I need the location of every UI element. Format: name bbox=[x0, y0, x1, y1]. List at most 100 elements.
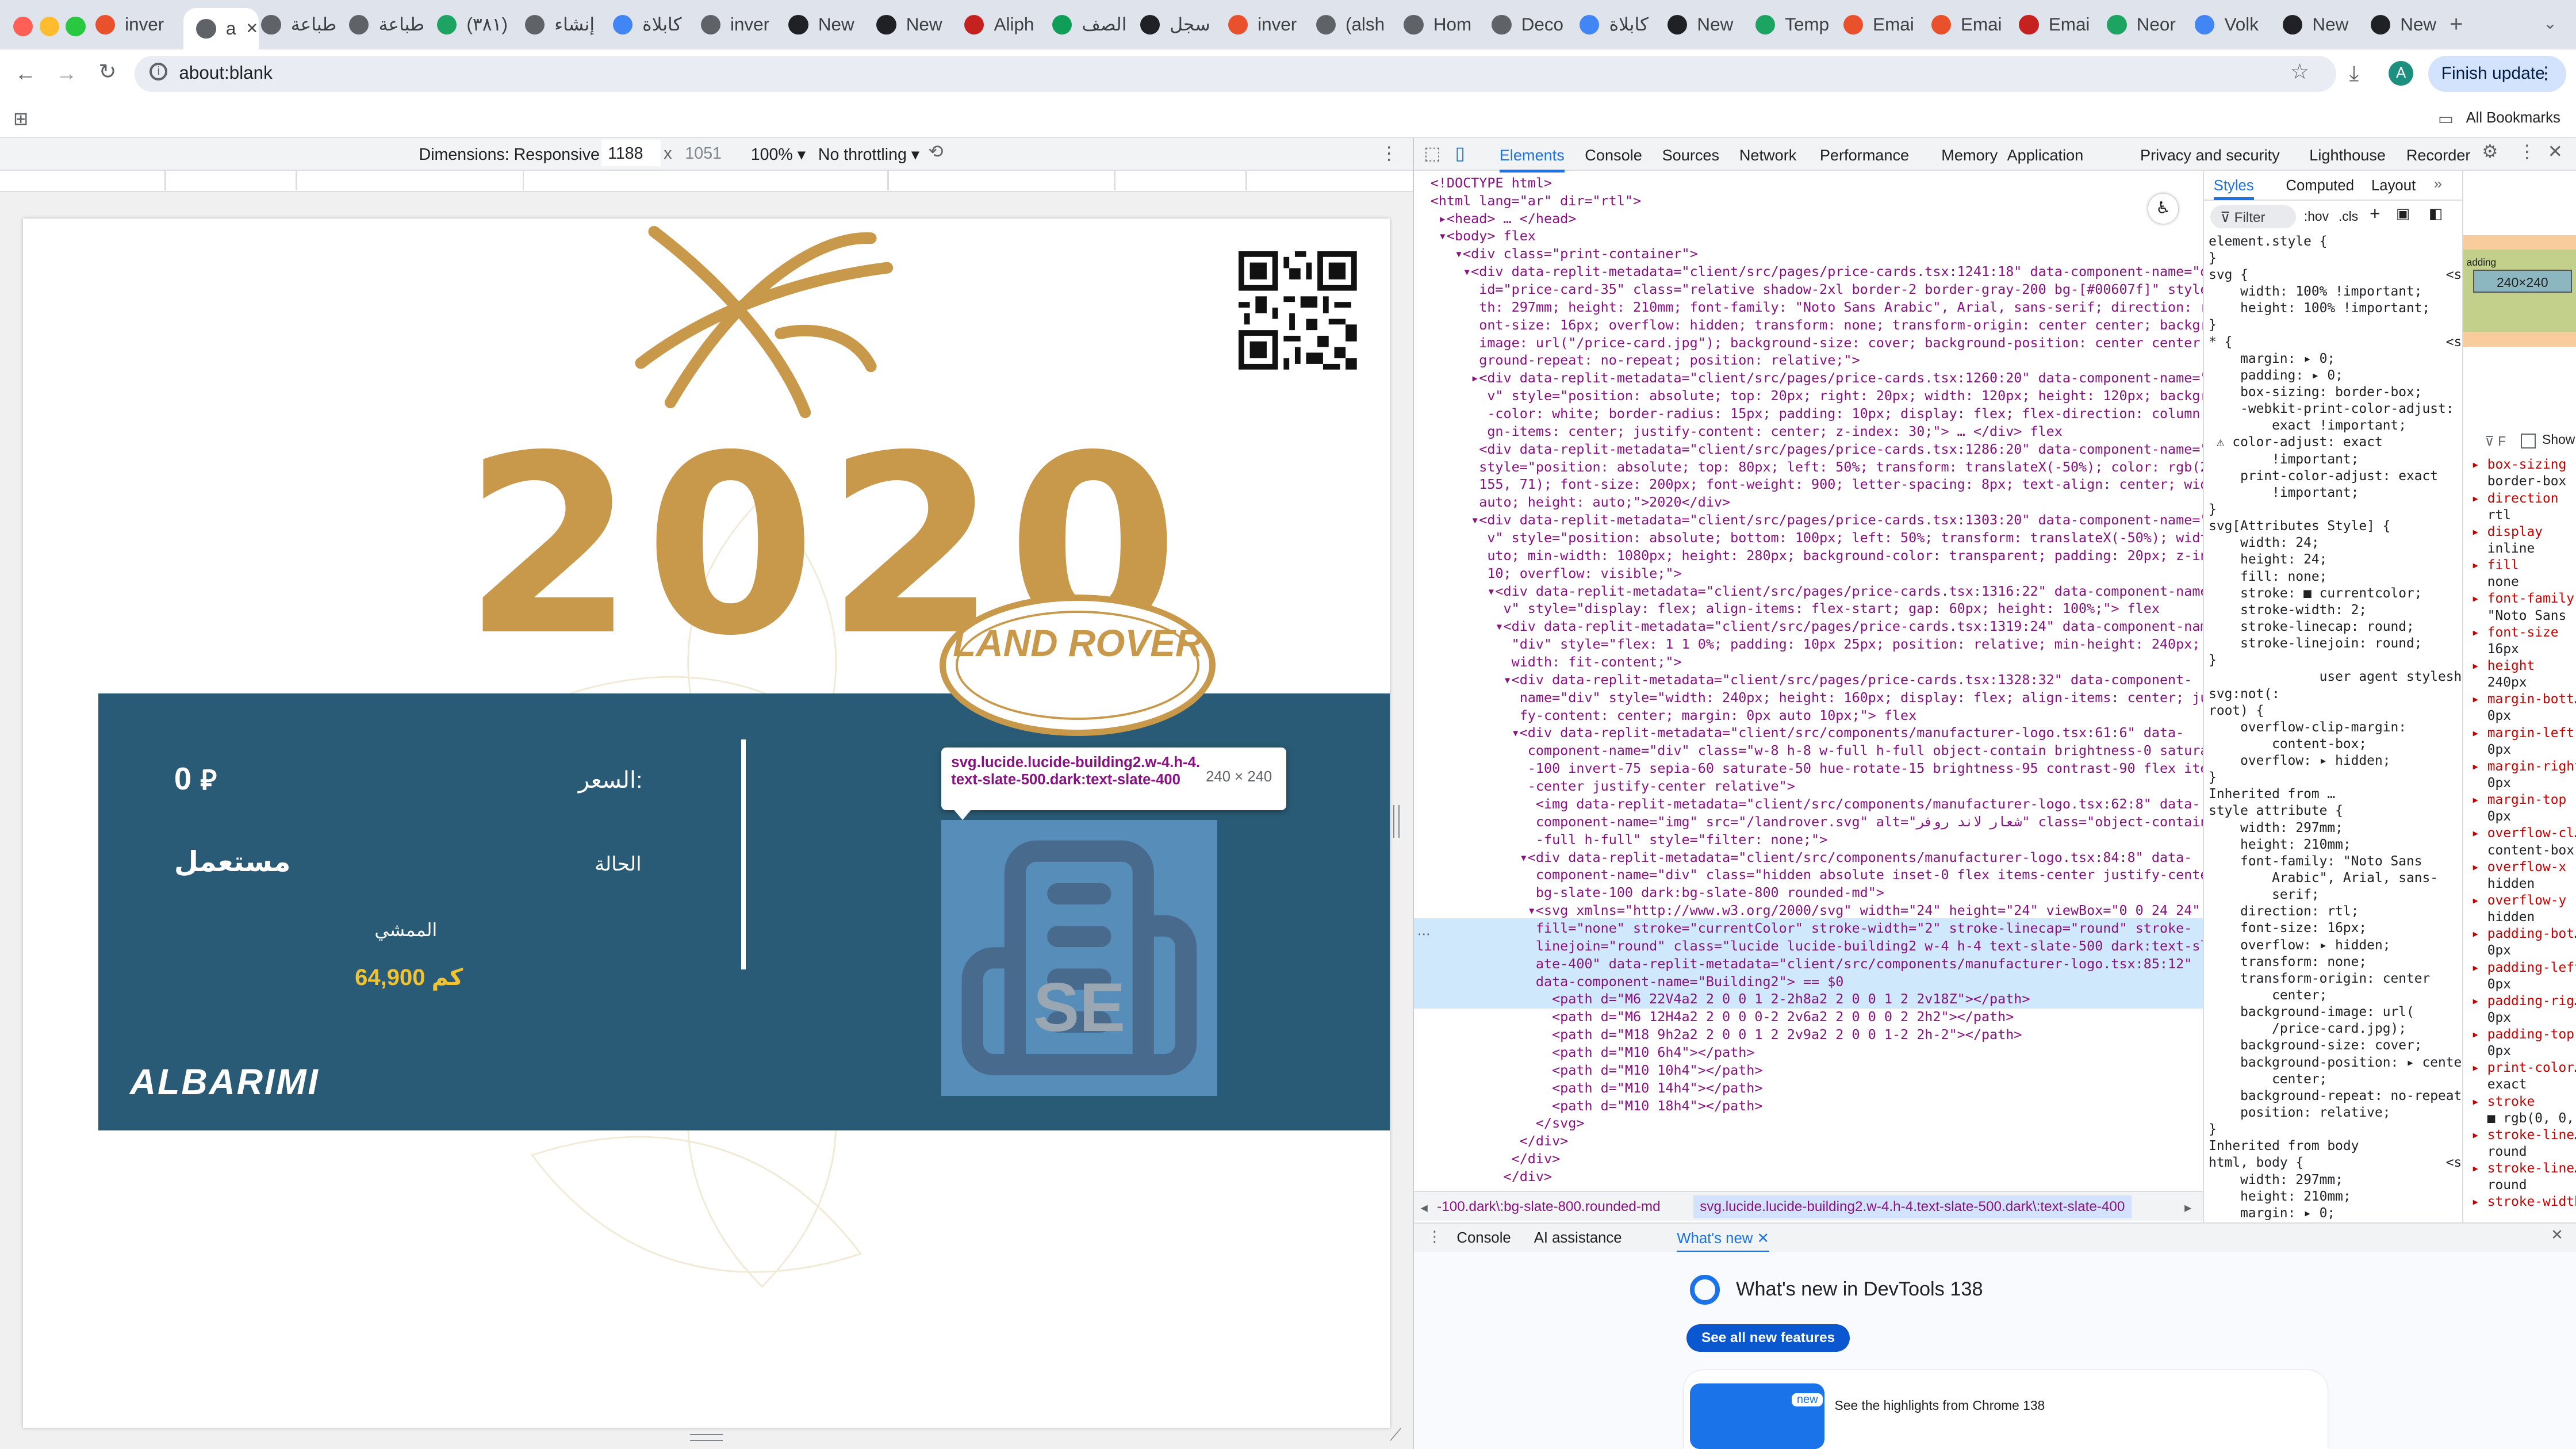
breadcrumb-left-icon[interactable]: ◂ bbox=[1421, 1199, 1428, 1216]
accessibility-icon[interactable]: ♿ bbox=[2148, 194, 2178, 224]
browser-tab[interactable]: New bbox=[1667, 8, 1753, 41]
dom-line[interactable]: ▾<div data-replit-metadata="client/src/p… bbox=[1431, 671, 2203, 689]
dom-line[interactable]: <path d="M6 22V4a2 2 0 0 1 2-2h8a2 2 0 0… bbox=[1431, 990, 2203, 1008]
dom-line[interactable]: </div> bbox=[1431, 1132, 2203, 1150]
browser-tab[interactable]: Volk bbox=[2195, 8, 2280, 41]
breadcrumb-item[interactable]: -100.dark\:bg-slate-800.rounded-md bbox=[1437, 1199, 1660, 1215]
tab-computed[interactable]: Computed bbox=[2286, 178, 2354, 194]
dom-line[interactable]: name="div" style="width: 240px; height: … bbox=[1431, 689, 2203, 707]
apps-grid-icon[interactable]: ⊞ bbox=[13, 109, 28, 129]
drawer-tab-ai[interactable]: AI assistance bbox=[1534, 1230, 1622, 1247]
dom-line[interactable]: ▾<div data-replit-metadata="client/src/c… bbox=[1431, 849, 2203, 867]
browser-tab[interactable]: Emai bbox=[1843, 8, 1929, 41]
dom-line[interactable]: <path d="M10 6h4"></path> bbox=[1431, 1044, 2203, 1061]
bookmark-star-icon[interactable]: ☆ bbox=[2290, 59, 2309, 84]
dom-line[interactable]: bg-slate-100 dark:bg-slate-800 rounded-m… bbox=[1431, 884, 2203, 902]
url-text[interactable]: about:blank bbox=[179, 63, 272, 83]
devtools-tab-memory[interactable]: Memory bbox=[1941, 146, 1998, 164]
browser-tab[interactable]: Emai bbox=[1931, 8, 2017, 41]
browser-tab[interactable]: إنشاء bbox=[524, 8, 611, 41]
maximize-window-button[interactable] bbox=[66, 16, 86, 36]
close-devtools-icon[interactable]: ✕ bbox=[2548, 141, 2563, 162]
dom-line[interactable]: <path d="M18 9h2a2 2 0 0 1 2 2v9a2 2 0 0… bbox=[1431, 1026, 2203, 1044]
browser-tab[interactable]: Temp bbox=[1755, 8, 1841, 41]
computed-props[interactable]: ▸ box-sizing border-box ▸ direction rtl ▸ … bbox=[2471, 457, 2576, 1210]
finish-update-button[interactable]: Finish update ⋮ bbox=[2428, 56, 2566, 92]
dom-code[interactable]: <!DOCTYPE html> <html lang="ar" dir="rtl"… bbox=[1431, 174, 2203, 1186]
dom-line[interactable]: -100 invert-75 sepia-60 saturate-50 hue-… bbox=[1431, 760, 2203, 777]
breadcrumb-item-active[interactable]: svg.lucide.lucide-building2.w-4.h-4.text… bbox=[1693, 1195, 2132, 1218]
browser-tab[interactable]: سجل bbox=[1140, 8, 1226, 41]
dom-line[interactable]: ground-repeat: no-repeat; position: rela… bbox=[1431, 351, 2203, 369]
device-toggle-icon[interactable]: ▯ bbox=[1455, 143, 1465, 164]
devtools-tab-performance[interactable]: Performance bbox=[1820, 146, 1909, 164]
browser-tab[interactable]: Deco bbox=[1492, 8, 1577, 41]
reload-icon[interactable]: ↻ bbox=[98, 59, 116, 84]
dom-line[interactable]: "div" style="flex: 1 1 0%; padding: 10px… bbox=[1431, 635, 2203, 653]
browser-tab[interactable]: New bbox=[876, 8, 962, 41]
dom-line[interactable]: ▾<div data-replit-metadata="client/src/p… bbox=[1431, 618, 2202, 635]
dom-line[interactable]: -color: white; border-radius: 15px; padd… bbox=[1431, 405, 2202, 423]
dom-line[interactable]: <img data-replit-metadata="client/src/co… bbox=[1431, 795, 2203, 813]
resize-corner-icon[interactable]: ⟋ bbox=[1390, 1426, 1401, 1445]
browser-tab[interactable]: inver bbox=[1228, 8, 1314, 41]
browser-tab[interactable]: inver bbox=[95, 8, 181, 41]
drawer-menu-icon[interactable]: ⋮ bbox=[1427, 1228, 1442, 1245]
element-state-icon[interactable]: ▣ bbox=[2396, 205, 2410, 223]
inspect-element-icon[interactable]: ⬚ bbox=[1424, 143, 1441, 164]
download-icon[interactable]: ⤓ bbox=[2349, 61, 2359, 86]
avatar[interactable]: A bbox=[2389, 60, 2414, 86]
dom-line[interactable]: component-name="img" src="/landrover.svg… bbox=[1431, 813, 2203, 831]
node-dots-icon[interactable]: ⋯ bbox=[1417, 926, 1431, 942]
browser-tab[interactable]: Neor bbox=[2107, 8, 2192, 41]
settings-gear-icon[interactable]: ⚙ bbox=[2482, 141, 2498, 162]
minimize-window-button[interactable] bbox=[39, 16, 59, 36]
tab-styles[interactable]: Styles bbox=[2213, 178, 2254, 201]
dom-line[interactable]: ▸<div data-replit-metadata="client/src/p… bbox=[1431, 369, 2202, 387]
see-all-features-button[interactable]: See all new features bbox=[1686, 1324, 1850, 1352]
cls-toggle[interactable]: .cls bbox=[2339, 209, 2358, 224]
dom-line[interactable]: fy-content: center; margin: 0px auto 10p… bbox=[1431, 707, 2203, 724]
browser-tab[interactable]: كابلاة bbox=[1580, 8, 1665, 41]
dom-line[interactable]: ▾<body> flex bbox=[1431, 227, 2203, 245]
devtools-tab-network[interactable]: Network bbox=[1739, 146, 1796, 164]
resize-handle-right[interactable] bbox=[1393, 805, 1400, 838]
browser-tab[interactable]: (alsh bbox=[1316, 8, 1402, 41]
height-input[interactable]: 1051 bbox=[678, 140, 738, 166]
tab-layout[interactable]: Layout bbox=[2371, 178, 2416, 194]
dom-line[interactable]: <path d="M10 10h4"></path> bbox=[1431, 1061, 2203, 1079]
close-window-button[interactable] bbox=[13, 16, 33, 36]
devtools-more-icon[interactable]: ⋮ bbox=[2518, 141, 2536, 162]
zoom-select[interactable]: 100% ▾ bbox=[751, 144, 806, 164]
back-arrow-icon[interactable]: ← bbox=[15, 61, 36, 86]
dom-line[interactable]: th: 297mm; height: 210mm; font-family: "… bbox=[1431, 298, 2202, 316]
dom-line[interactable]: <html lang="ar" dir="rtl"> bbox=[1431, 192, 2203, 210]
computed-filter-icon[interactable]: ⊽ F bbox=[2485, 434, 2506, 449]
dom-line[interactable]: <div data-replit-metadata="client/src/pa… bbox=[1431, 440, 2202, 458]
devtools-tab-recorder[interactable]: Recorder bbox=[2406, 146, 2471, 164]
dom-line[interactable]: v" style="position: absolute; bottom: 10… bbox=[1431, 529, 2202, 547]
dom-line[interactable]: -center justify-center relative"> bbox=[1431, 777, 2203, 795]
dom-line[interactable]: ▾<div class="print-container"> bbox=[1431, 245, 2203, 263]
dom-line[interactable]: ▾<div data-replit-metadata="client/src/p… bbox=[1431, 511, 2202, 529]
devtools-tab-lighthouse[interactable]: Lighthouse bbox=[2309, 146, 2386, 164]
dom-line[interactable]: ▾<div data-replit-metadata="client/src/p… bbox=[1431, 263, 2202, 281]
dom-line[interactable]: ▾<div data-replit-metadata="client/src/p… bbox=[1431, 582, 2202, 600]
dom-line[interactable]: image: url("/price-card.jpg"); backgroun… bbox=[1431, 334, 2202, 352]
add-rule-icon[interactable]: + bbox=[2370, 204, 2380, 224]
dom-line[interactable]: <path d="M6 12H4a2 2 0 0 0-2 2v6a2 2 0 0… bbox=[1431, 1008, 2203, 1026]
devtools-tab-privacy-and-security[interactable]: Privacy and security bbox=[2140, 146, 2280, 164]
styles-filter-input[interactable]: ⊽ Filter bbox=[2210, 205, 2296, 229]
tab-search-icon[interactable]: ⌄ bbox=[2543, 13, 2557, 33]
browser-tab[interactable]: الصف bbox=[1052, 8, 1138, 41]
close-tab-icon[interactable]: ✕ bbox=[246, 20, 258, 37]
throttle-select[interactable]: No throttling ▾ bbox=[818, 144, 919, 164]
dom-line[interactable]: component-name="div" class="w-8 h-8 w-fu… bbox=[1431, 742, 2203, 760]
dom-line[interactable]: gn-items: center; justify-content: cente… bbox=[1431, 423, 2203, 440]
dom-line[interactable]: ont-size: 16px; overflow: hidden; transf… bbox=[1431, 316, 2202, 334]
dom-line[interactable]: component-name="div" class="hidden absol… bbox=[1431, 866, 2203, 884]
dom-line[interactable]: auto; height: auto;">2020</div> bbox=[1431, 493, 2203, 511]
dom-line[interactable]: fill="none" stroke="currentColor" stroke… bbox=[1431, 919, 2203, 937]
dom-line[interactable]: data-component-name="Building2"> == $0 bbox=[1431, 973, 2203, 991]
forward-arrow-icon[interactable]: → bbox=[56, 61, 77, 86]
